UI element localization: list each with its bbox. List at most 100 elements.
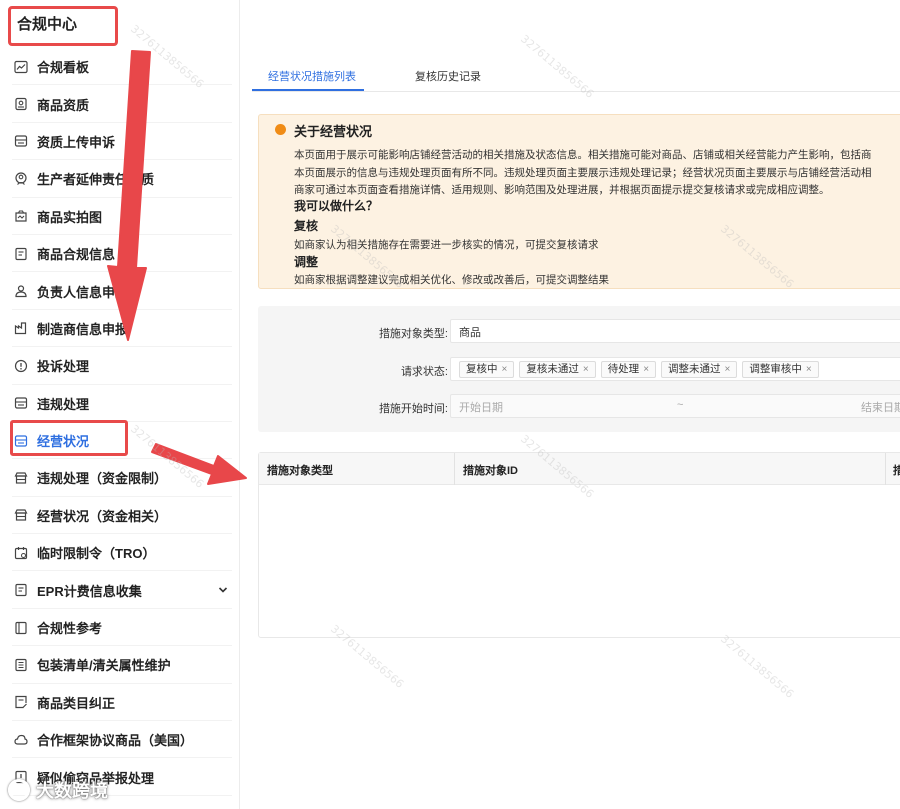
edit-doc-icon xyxy=(14,695,28,709)
close-icon[interactable]: × xyxy=(583,364,589,375)
sidebar-item-label: 临时限制令（TRO） xyxy=(37,546,156,562)
object-type-value: 商品 xyxy=(459,327,481,339)
notice-what-title: 我可以做什么？ xyxy=(294,199,379,213)
list-icon xyxy=(14,658,28,672)
column-header: 措 xyxy=(893,465,900,477)
sidebar-item-tro[interactable]: 临时限制令（TRO） xyxy=(0,534,240,572)
calendar-icon xyxy=(14,546,28,560)
end-date-input[interactable]: 结束日期 xyxy=(861,399,900,415)
sidebar-item-violation-handling[interactable]: 违规处理 xyxy=(0,385,240,423)
status-tag: 复核未通过 × xyxy=(519,361,596,378)
close-icon[interactable]: × xyxy=(502,364,508,375)
sidebar-item-label: 违规处理 xyxy=(37,396,90,412)
sidebar-item-label: EPR计费信息收集 xyxy=(37,583,142,599)
notice-text: 本页面用于展示可能影响店铺经营活动的相关措施及状态信息。相关措施可能对商品、店铺… xyxy=(294,149,872,161)
folder-icon xyxy=(14,134,28,148)
folder-icon xyxy=(14,434,28,448)
notice-text: 商家可通过本页面查看措施详情、适用规则、影响范围及处理进展，并根据页面提示提交复… xyxy=(294,184,830,196)
sidebar-item-manufacturer-info[interactable]: 制造商信息申报 xyxy=(0,310,240,348)
sidebar-title: 合规中心 xyxy=(8,6,118,46)
notice-title: 关于经营状况 xyxy=(294,124,373,139)
sidebar-item-label: 生产者延伸责任资质 xyxy=(37,172,155,188)
status-tag-label: 待处理 xyxy=(607,363,640,375)
sidebar-item-label: 投诉处理 xyxy=(37,359,90,375)
status-multiselect[interactable]: 复核中 × 复核未通过 × 待处理 × 调整未通过 × 调整审核中 × xyxy=(450,357,900,381)
sidebar-item-label: 资质上传申诉 xyxy=(37,134,116,150)
factory-icon xyxy=(14,321,28,335)
status-tag-label: 复核中 xyxy=(466,363,498,375)
tab-bar: 经营状况措施列表 复核历史记录 xyxy=(252,58,900,92)
status-tag: 待处理 × xyxy=(600,361,657,378)
date-range-picker[interactable]: 开始日期 ~ 结束日期 xyxy=(450,394,900,418)
sidebar-item-label: 包装清单/清关属性维护 xyxy=(37,658,171,674)
sidebar-item-business-status-funds[interactable]: 经营状况（资金相关） xyxy=(0,497,240,535)
close-icon[interactable]: × xyxy=(643,364,649,375)
table-header: 措施对象类型 措施对象ID 措 xyxy=(259,453,900,485)
badge-icon xyxy=(14,97,28,111)
active-tab-indicator xyxy=(252,89,364,91)
start-date-input[interactable]: 开始日期 xyxy=(459,402,503,414)
status-tag-label: 复核未通过 xyxy=(526,363,579,375)
notice-text: 本页面展示的信息与违规处理页面有所不同。违规处理页面主要展示违规处理记录；经营状… xyxy=(294,167,872,179)
sidebar-item-category-correction[interactable]: 商品类目纠正 xyxy=(0,684,240,722)
sidebar-item-label: 制造商信息申报 xyxy=(37,321,129,337)
sidebar-item-complaint-handling[interactable]: 投诉处理 xyxy=(0,347,240,385)
photo-icon xyxy=(14,209,28,223)
measures-table: 措施对象类型 措施对象ID 措 xyxy=(258,452,900,638)
sidebar-item-label: 商品合规信息 xyxy=(37,247,116,263)
sidebar-item-label: 负责人信息申报 xyxy=(37,284,129,300)
sidebar-item-packing-list[interactable]: 包装清单/清关属性维护 xyxy=(0,646,240,685)
start-time-label: 措施开始时间: xyxy=(378,403,448,415)
status-tag: 调整审核中 × xyxy=(742,361,819,378)
close-icon[interactable]: × xyxy=(725,364,731,375)
sidebar-item-responsible-person[interactable]: 负责人信息申报 xyxy=(0,272,240,311)
status-tag: 复核中 × xyxy=(459,361,515,378)
filter-panel: 措施对象类型: 商品 请求状态: 复核中 × 复核未通过 × 待处理 × 调整未通过 × 调整审… xyxy=(258,306,900,432)
column-divider xyxy=(885,453,886,485)
info-icon xyxy=(275,124,286,135)
book-icon xyxy=(14,621,28,635)
document-icon xyxy=(14,583,28,597)
brand-watermark-text: 大数跨境 xyxy=(36,781,108,801)
tab-measures-list[interactable]: 经营状况措施列表 xyxy=(268,68,356,84)
chart-icon xyxy=(14,60,28,74)
sidebar-item-qualification-appeal[interactable]: 资质上传申诉 xyxy=(0,123,240,161)
sidebar-item-compliance-dashboard[interactable]: 合规看板 xyxy=(0,48,240,86)
sidebar-item-product-qualification[interactable]: 商品资质 xyxy=(0,85,240,124)
sidebar-item-product-compliance-info[interactable]: 商品合规信息 xyxy=(0,235,240,273)
brand-logo-icon xyxy=(8,779,30,801)
sidebar-item-label: 合规性参考 xyxy=(37,621,103,637)
sidebar-item-business-status[interactable]: 经营状况 xyxy=(0,422,240,460)
person-icon xyxy=(14,284,28,298)
tab-review-history[interactable]: 复核历史记录 xyxy=(415,68,481,84)
sidebar-item-label: 商品资质 xyxy=(37,97,90,113)
sidebar-item-label: 合规看板 xyxy=(37,60,90,76)
sidebar-item-compliance-reference[interactable]: 合规性参考 xyxy=(0,609,240,647)
notice-review-text: 如商家认为相关措施存在需要进一步核实的情况，可提交复核请求 xyxy=(294,239,599,251)
sidebar-item-epr-billing[interactable]: EPR计费信息收集 xyxy=(0,571,240,610)
cloud-icon xyxy=(14,733,28,747)
sidebar-item-product-photos[interactable]: 商品实拍图 xyxy=(0,198,240,236)
sidebar-item-framework-agreement[interactable]: 合作框架协议商品（美国） xyxy=(0,721,240,759)
sidebar-item-violation-fund-restriction[interactable]: 违规处理（资金限制） xyxy=(0,459,240,498)
sidebar-item-label: 经营状况（资金相关） xyxy=(37,508,168,524)
object-type-label: 措施对象类型: xyxy=(378,328,448,340)
status-tag-label: 调整审核中 xyxy=(749,363,802,375)
sidebar: 合规中心 合规看板 商品资质 资质上传申诉 生产者延伸责任资质 商品实拍图 商品… xyxy=(0,0,240,809)
notice-review-title: 复核 xyxy=(294,219,319,233)
chevron-down-icon[interactable] xyxy=(218,583,228,594)
sidebar-item-epr-qualification[interactable]: 生产者延伸责任资质 xyxy=(0,160,240,198)
status-tag: 调整未通过 × xyxy=(661,361,738,378)
main-content: 经营状况措施列表 复核历史记录 关于经营状况 本页面用于展示可能影响店铺经营活动… xyxy=(240,0,900,809)
object-type-select[interactable]: 商品 xyxy=(450,319,900,343)
close-icon[interactable]: × xyxy=(806,364,812,375)
column-divider xyxy=(454,453,455,485)
store-icon xyxy=(14,471,28,485)
date-range-separator: ~ xyxy=(677,399,684,411)
alert-icon xyxy=(14,359,28,373)
sidebar-item-label: 商品类目纠正 xyxy=(37,695,116,711)
store-icon xyxy=(14,508,28,522)
folder-icon xyxy=(14,396,28,410)
info-notice: 关于经营状况 本页面用于展示可能影响店铺经营活动的相关措施及状态信息。相关措施可… xyxy=(258,114,900,289)
notice-adjust-text: 如商家根据调整建议完成相关优化、修改或改善后，可提交调整结果 xyxy=(294,274,609,286)
